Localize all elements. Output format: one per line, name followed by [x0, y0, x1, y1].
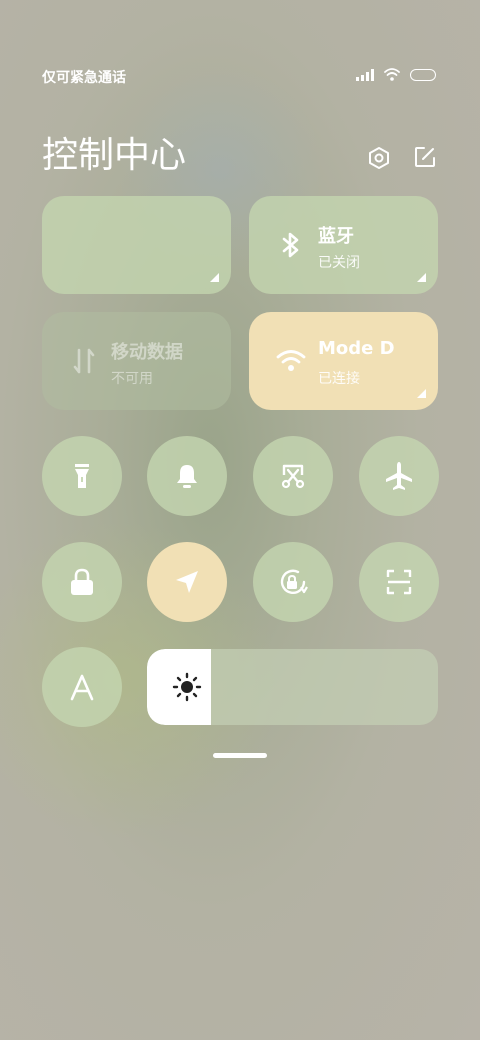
mobile-data-status: 不可用: [111, 371, 153, 387]
wifi-tile[interactable]: Mode D 已连接: [249, 312, 438, 410]
scissors-icon: [281, 464, 305, 489]
bluetooth-title: 蓝牙: [318, 226, 354, 247]
mobile-data-title: 移动数据: [111, 342, 183, 363]
wifi-network-name: Mode D: [318, 338, 395, 359]
scan-icon: [386, 569, 412, 595]
mobile-data-tile[interactable]: 移动数据 不可用: [42, 312, 231, 410]
rotation-lock-toggle[interactable]: [253, 542, 333, 622]
signal-icon: [356, 68, 374, 81]
settings-icon[interactable]: [368, 146, 390, 170]
bluetooth-tile[interactable]: 蓝牙 已关闭: [249, 196, 438, 294]
wifi-status-icon: [384, 68, 400, 81]
page-title: 控制中心: [42, 135, 187, 176]
ringer-toggle[interactable]: [147, 436, 227, 516]
drag-handle[interactable]: [213, 753, 267, 758]
lock-screen-toggle[interactable]: [42, 542, 122, 622]
lock-icon: [71, 568, 93, 595]
rotation-lock-icon: [280, 569, 308, 594]
edit-icon[interactable]: [414, 146, 436, 168]
wifi-icon: [276, 350, 306, 371]
bell-icon: [177, 465, 197, 488]
brightness-slider[interactable]: [147, 649, 438, 725]
bluetooth-icon: [282, 232, 299, 258]
expand-corner-icon: [210, 273, 219, 282]
flashlight-icon: [75, 464, 89, 488]
location-arrow-icon: [176, 571, 198, 593]
airplane-icon: [386, 462, 412, 490]
wifi-status: 已连接: [318, 371, 360, 387]
screenshot-toggle[interactable]: [253, 436, 333, 516]
location-toggle[interactable]: [147, 542, 227, 622]
empty-tile[interactable]: [42, 196, 231, 294]
font-size-icon: [70, 674, 94, 701]
scanner-toggle[interactable]: [359, 542, 439, 622]
mobile-data-icon: [73, 348, 95, 374]
airplane-mode-toggle[interactable]: [359, 436, 439, 516]
expand-corner-icon: [417, 389, 426, 398]
reading-mode-toggle[interactable]: [42, 647, 122, 727]
status-bar: 仅可紧急通话: [42, 66, 436, 86]
brightness-icon: [172, 672, 202, 702]
expand-corner-icon: [417, 273, 426, 282]
flashlight-toggle[interactable]: [42, 436, 122, 516]
battery-icon: [410, 68, 436, 81]
carrier-text: 仅可紧急通话: [42, 70, 126, 86]
bluetooth-status: 已关闭: [318, 255, 360, 271]
